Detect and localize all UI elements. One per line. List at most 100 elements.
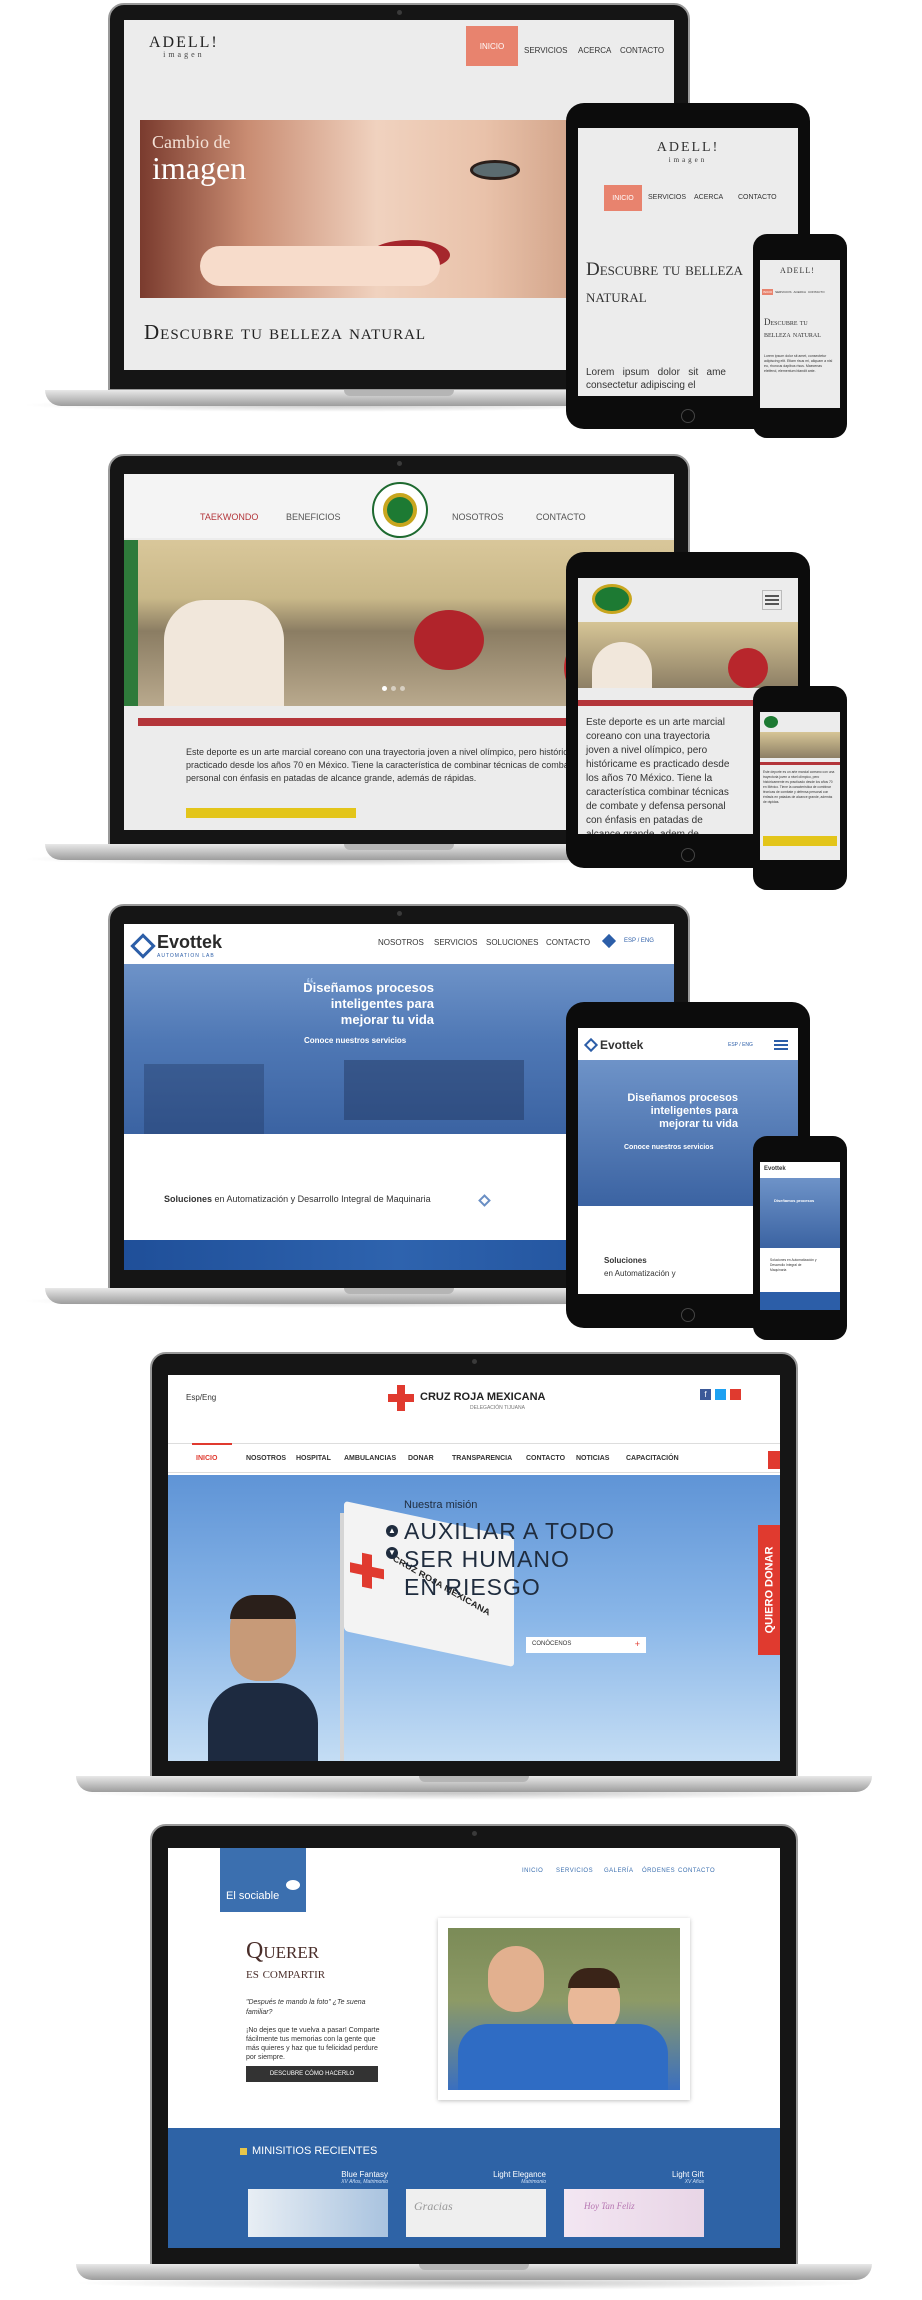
phone-nav-contacto[interactable]: CONTACTO [808, 290, 825, 294]
site-logo[interactable]: ADELL! imagen [149, 34, 219, 59]
tablet-headline: Diseñamos procesos inteligentes para mej… [588, 1092, 738, 1131]
nav-active-indicator [192, 1443, 232, 1445]
nav-beneficios[interactable]: BENEFICIOS [286, 512, 341, 522]
headline-line2: inteligentes para [650, 1105, 738, 1117]
nav-ordenes[interactable]: ÓRDENES [642, 1868, 675, 1874]
nav-inicio[interactable]: INICIO [522, 1868, 543, 1874]
tablet-hero [578, 622, 798, 688]
recent-item-1[interactable]: Blue Fantasy XV Años, Matrimonio [248, 2170, 388, 2237]
solutions-text: en Automatización y [604, 1269, 676, 1278]
page-heading: Descubre tu belleza natural [144, 320, 427, 344]
nav-donar[interactable]: DONAR [408, 1455, 434, 1462]
item-name: Light Elegance [493, 2170, 546, 2179]
red-cross-icon [388, 1385, 414, 1411]
recent-item-2[interactable]: Light Elegance Matrimonio Gracias [406, 2170, 546, 2237]
recent-heading: MINISITIOS RECIENTES [252, 2145, 378, 2157]
tablet-logo[interactable]: ADELL! imagen [643, 140, 733, 164]
nav-nosotros[interactable]: NOSOTROS [378, 938, 424, 947]
grid-icon [240, 2148, 247, 2155]
mission-line1: AUXILIAR A TODO [404, 1518, 616, 1544]
nav-ambulancias[interactable]: AMBULANCIAS [344, 1455, 396, 1462]
nav-contacto[interactable]: CONTACTO [620, 46, 664, 55]
nav-servicios[interactable]: SERVICIOS [434, 938, 477, 947]
nav-inicio[interactable]: INICIO [196, 1455, 217, 1462]
item-sub: XV Años, Matrimonio [341, 2179, 388, 2185]
services-link[interactable]: Conoce nuestros servicios [304, 1036, 406, 1045]
mockup-el-sociable: El sociable INICIO SERVICIOS GALERÍA ÓRD… [0, 1800, 922, 2300]
tablet-logo[interactable] [592, 584, 632, 614]
phone-nav-acerca[interactable]: ACERCA [793, 290, 806, 294]
tablet-nav-servicios[interactable]: SERVICIOS [648, 194, 686, 201]
language-switch[interactable]: ESP / ENG [624, 938, 654, 944]
tablet-nav-contacto[interactable]: CONTACTO [738, 194, 777, 201]
select-value: CONÓCENOS [532, 1641, 572, 1647]
tablet-language-switch[interactable]: ESP / ENG [728, 1042, 753, 1048]
nav-servicios[interactable]: SERVICIOS [524, 46, 567, 55]
phone-logo[interactable] [764, 716, 778, 728]
nav-contacto[interactable]: CONTACTO [546, 938, 590, 947]
info-icon[interactable] [601, 933, 617, 949]
hamburger-menu-icon[interactable] [762, 590, 782, 610]
phone-logo[interactable]: Evottek [764, 1166, 786, 1172]
nav-contacto[interactable]: CONTACTO [536, 512, 586, 522]
tablet-nav-acerca[interactable]: ACERCA [694, 194, 723, 201]
nav-galeria[interactable]: GALERÍA [604, 1868, 634, 1874]
nav-contacto[interactable]: CONTACTO [678, 1868, 715, 1874]
sociable-logo[interactable]: El sociable [220, 1848, 306, 1912]
club-logo[interactable] [372, 482, 428, 538]
laptop-screen: El sociable INICIO SERVICIOS GALERÍA ÓRD… [168, 1848, 780, 2248]
slider-dots[interactable] [382, 686, 405, 691]
nav-transparencia[interactable]: TRANSPARENCIA [452, 1455, 512, 1462]
yellow-bar [186, 808, 356, 818]
couple-photo-frame [438, 1918, 690, 2100]
phone-screen: Este deporte es un arte marcial coreano … [760, 712, 840, 860]
phone-heading: Descubre tu belleza natural [764, 317, 821, 339]
mission-up-arrow[interactable]: ▲ [386, 1525, 398, 1537]
hero-title-line1: Querer [246, 1938, 320, 1964]
evottek-logo[interactable]: Evottek AUTOMATION LAB [130, 932, 222, 959]
conocenos-select[interactable]: CONÓCENOS + [526, 1637, 646, 1653]
nav-hospital[interactable]: HOSPITAL [296, 1455, 331, 1462]
nav-side-tab[interactable] [768, 1451, 780, 1469]
hamburger-menu-icon[interactable] [774, 1038, 788, 1052]
tablet-nav-inicio[interactable]: INICIO [604, 185, 642, 211]
phone-logo[interactable]: ADELL! [780, 266, 815, 275]
solutions-bold: Soluciones [604, 1256, 647, 1265]
nav-servicios[interactable]: SERVICIOS [556, 1868, 593, 1874]
nav-nosotros[interactable]: NOSOTROS [452, 512, 504, 522]
twitter-icon[interactable] [715, 1389, 726, 1400]
facebook-icon[interactable]: f [700, 1389, 711, 1400]
phone-headline: Diseñamos procesos [774, 1198, 815, 1203]
laurel-icon [383, 493, 417, 527]
donate-tab[interactable]: QUIERO DONAR [758, 1525, 780, 1655]
tablet-logo[interactable]: Evottek [583, 1037, 643, 1053]
phone-nav-servicios[interactable]: SERVICIOS [775, 290, 791, 294]
hero-title-line2: es compartir [246, 1966, 326, 1982]
laptop-base [76, 2264, 872, 2280]
youtube-icon[interactable] [730, 1389, 741, 1400]
nav-taekwondo[interactable]: TAEKWONDO [200, 512, 258, 522]
nav-soluciones[interactable]: SOLUCIONES [486, 938, 538, 947]
nav-noticias[interactable]: NOTICIAS [576, 1455, 609, 1462]
mission-line3: EN RIESGO [404, 1574, 541, 1600]
phone-hero [760, 732, 840, 758]
diamond-logo-icon [583, 1037, 599, 1053]
green-stripe [124, 540, 138, 706]
laptop-screen: Esp/Eng CRUZ ROJA MEXICANA DELEGACIÓN TI… [168, 1375, 780, 1761]
speech-bubble-icon [286, 1880, 300, 1890]
phone-nav-inicio[interactable]: INICIO [762, 289, 774, 295]
cta-button[interactable]: DESCUBRE CÓMO HACERLO [246, 2066, 378, 2082]
language-switch[interactable]: Esp/Eng [186, 1393, 216, 1402]
diamond-small-icon [478, 1194, 491, 1207]
hero-image: Cambio de imagen [140, 120, 570, 298]
mission-label: Nuestra misión [404, 1499, 478, 1511]
nav-contacto[interactable]: CONTACTO [526, 1455, 565, 1462]
recent-item-3[interactable]: Light Gift XV Años Hoy Tan Feliz [564, 2170, 704, 2237]
tablet-services-link[interactable]: Conoce nuestros servicios [624, 1144, 713, 1151]
nav-nosotros[interactable]: NOSOTROS [246, 1455, 286, 1462]
nav-inicio[interactable]: INICIO [466, 26, 518, 66]
nav-acerca[interactable]: ACERCA [578, 46, 611, 55]
mission-down-arrow[interactable]: ▼ [386, 1547, 398, 1559]
nav-capacitacion[interactable]: CAPACITACIÓN [626, 1455, 679, 1462]
site-title[interactable]: CRUZ ROJA MEXICANA [420, 1391, 546, 1403]
